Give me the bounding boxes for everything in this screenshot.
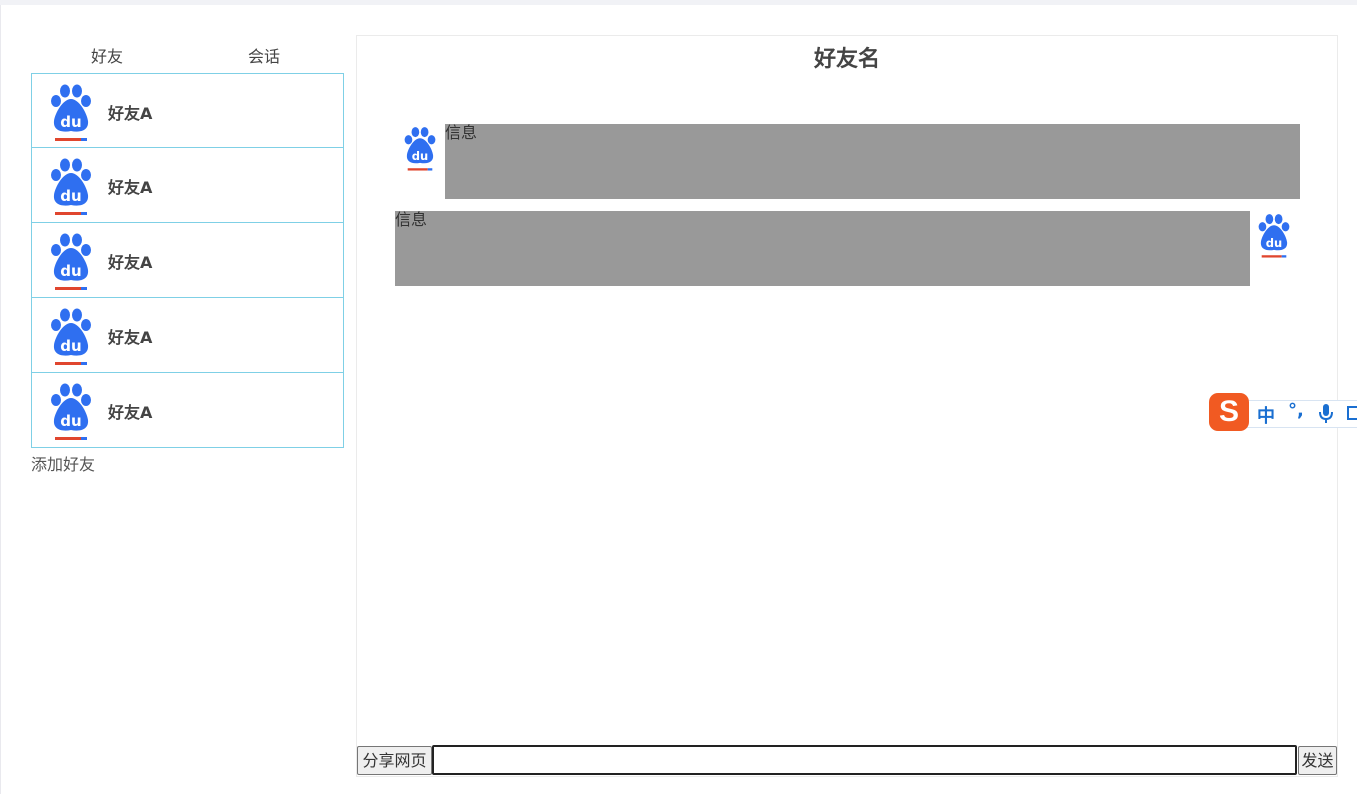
friend-name: 好友A [108,253,153,272]
friend-name: 好友A [108,178,153,197]
friend-name: 好友A [108,403,153,422]
baidu-paw-icon [51,383,91,440]
chat-title: 好友名 [813,47,880,72]
sogou-s-icon[interactable]: S [1209,393,1249,431]
baidu-paw-icon [51,233,91,290]
friend-list-item[interactable]: 好友A [31,298,344,373]
baidu-paw-icon [404,127,436,171]
add-friend-link[interactable]: 添加好友 [31,451,95,475]
share-webpage-button[interactable]: 分享网页 [357,746,432,775]
tab-friends[interactable]: 好友 [91,43,123,67]
friend-list-item[interactable]: 好友A [31,73,344,148]
friend-list-item[interactable]: 好友A [31,223,344,298]
baidu-paw-icon [51,84,91,141]
message-bubble-sent: 信息 [395,211,1250,286]
page-left-edge [0,5,1,794]
tab-chats[interactable]: 会话 [248,43,280,67]
message-text: 信息 [395,210,428,229]
keyboard-icon[interactable] [1347,406,1357,420]
message-text: 信息 [445,123,478,142]
baidu-paw-icon [1258,214,1290,258]
friend-list-item[interactable]: 好友A [31,373,344,448]
friend-list: 好友A 好友A 好友A 好友A 好友A [31,73,344,448]
baidu-paw-icon [51,158,91,215]
microphone-icon[interactable] [1319,404,1333,424]
friend-name: 好友A [108,104,153,123]
message-bubble-received: 信息 [445,124,1300,199]
message-input[interactable] [432,745,1297,775]
baidu-paw-icon [51,308,91,365]
ime-toolbar[interactable]: S 中 °, [1209,393,1357,433]
ime-mode-toggle[interactable]: 中 [1257,402,1275,428]
friend-list-item[interactable]: 好友A [31,148,344,223]
send-button[interactable]: 发送 [1298,746,1337,775]
ime-punctuation-toggle[interactable]: °, [1288,400,1304,421]
page-top-strip [0,0,1357,5]
friend-name: 好友A [108,328,153,347]
